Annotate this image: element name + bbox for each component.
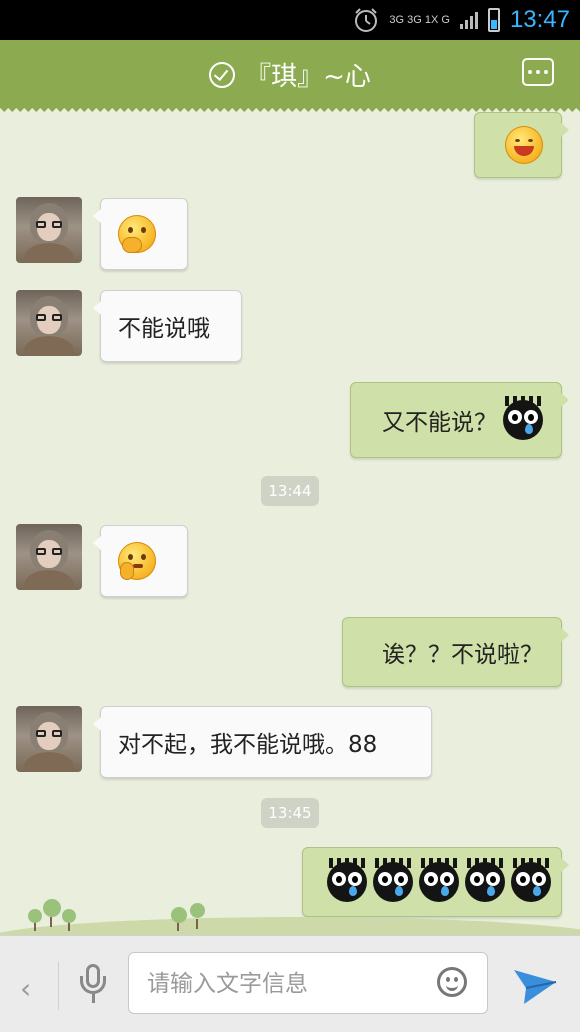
message-bubble-right[interactable]: 诶？？不说啦？ — [342, 617, 569, 687]
message-bubble-left[interactable] — [93, 198, 188, 270]
status-time: 13:47 — [509, 6, 570, 33]
send-icon[interactable] — [510, 960, 560, 1008]
message-text: 诶？？不说啦？ — [382, 642, 543, 668]
giggling-emoji-icon — [118, 215, 156, 253]
contact-avatar[interactable] — [16, 290, 82, 356]
chat-menu-button[interactable] — [522, 58, 554, 86]
contact-avatar[interactable] — [16, 197, 82, 263]
crying-black-emoji-icon — [419, 858, 459, 902]
crying-black-emoji-icon — [327, 858, 367, 902]
timestamp-chip: 13:45 — [261, 798, 319, 828]
battery-icon — [487, 8, 500, 32]
status-icons: 3G 3G 1X G 13:47 — [353, 6, 570, 34]
signal-strength-icon — [459, 11, 478, 29]
timestamp-chip: 13:44 — [261, 476, 319, 506]
message-text-field[interactable] — [128, 952, 488, 1015]
microphone-icon[interactable] — [78, 964, 108, 1006]
crying-black-emoji-icon — [511, 858, 551, 902]
laughing-emoji-icon — [505, 126, 543, 164]
chat-title: 『琪』~心 — [245, 62, 371, 92]
message-bubble-left[interactable]: 不能说哦 — [93, 290, 242, 362]
crying-black-emoji-icon — [465, 858, 505, 902]
contact-avatar[interactable] — [16, 706, 82, 772]
emoji-picker-icon[interactable] — [437, 967, 467, 997]
alarm-icon — [355, 8, 378, 32]
message-input-bar: ‹ — [0, 935, 580, 1032]
message-bubble-left[interactable]: 对不起，我不能说哦。88 — [93, 706, 432, 778]
online-check-icon — [209, 61, 236, 88]
crying-black-emoji-icon — [503, 396, 543, 440]
message-bubble-right[interactable] — [474, 112, 569, 178]
thinking-emoji-icon — [118, 542, 156, 580]
chat-header: 『琪』~心 — [0, 40, 580, 108]
message-text: 不能说哦 — [118, 316, 210, 342]
contact-avatar[interactable] — [16, 524, 82, 590]
message-text: 对不起，我不能说哦。88 — [118, 732, 378, 758]
divider — [58, 962, 59, 1010]
message-bubble-right[interactable]: 又不能说？ — [350, 382, 569, 458]
message-input[interactable] — [145, 953, 419, 1015]
chat-title-container: 『琪』~心 — [0, 56, 580, 93]
network-indicator: 3G 3G 1X G — [389, 14, 450, 26]
crying-black-emoji-icon — [373, 858, 413, 902]
message-text: 又不能说？ — [382, 410, 497, 436]
chevron-left-icon[interactable]: ‹ — [20, 972, 31, 1005]
status-bar: 3G 3G 1X G 13:47 — [0, 0, 580, 40]
message-bubble-left[interactable] — [93, 525, 188, 597]
